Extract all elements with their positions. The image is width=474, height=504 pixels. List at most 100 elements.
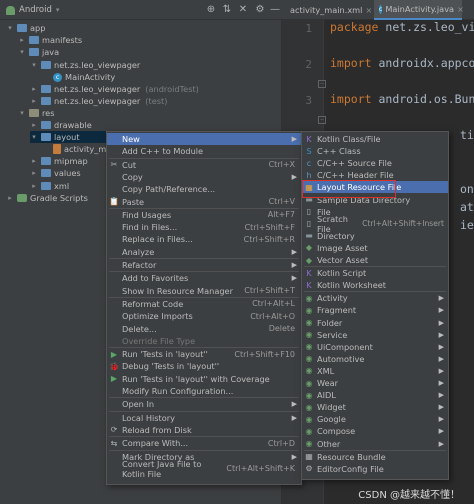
submenu-item[interactable]: ◉ Automotive ▶ [302, 353, 448, 365]
expand-arrow-icon[interactable]: ▸ [18, 36, 26, 44]
submenu-item[interactable]: c C/C++ Source File [302, 157, 448, 169]
menu-shortcut: Ctrl+Alt+L [252, 299, 295, 309]
submenu-item[interactable]: ◉ Compose ▶ [302, 425, 448, 437]
menu-item[interactable]: Analyze ▶ [107, 246, 301, 258]
expand-arrow-icon[interactable]: ▾ [18, 48, 26, 56]
menu-item-label: New [122, 134, 140, 144]
menu-item[interactable]: Local History ▶ [107, 412, 301, 424]
submenu-item[interactable]: ◉ AIDL ▶ [302, 389, 448, 401]
submenu-item[interactable]: K Kotlin Script [302, 267, 448, 279]
submenu-item[interactable]: ▯ Scratch File Ctrl+Alt+Shift+Insert [302, 214, 448, 234]
submenu-item[interactable]: ◉ Widget ▶ [302, 401, 448, 413]
submenu-item-label: Directory [317, 230, 355, 241]
menu-item[interactable]: Delete... Delete [107, 323, 301, 335]
menu-item[interactable]: New ▶ [107, 133, 301, 145]
code-text: tivi [460, 128, 474, 142]
project-view-selector[interactable]: Android ▾ [6, 4, 59, 16]
menu-item[interactable]: ⟳ Reload from Disk [107, 424, 301, 436]
menu-item[interactable]: ▶ Run 'Tests in 'layout'' Ctrl+Shift+F10 [107, 348, 301, 360]
submenu-item[interactable]: h C/C++ Header File [302, 169, 448, 181]
menu-item[interactable]: Find Usages Alt+F7 [107, 209, 301, 221]
expand-arrow-icon[interactable]: ▸ [30, 85, 38, 93]
collapse-icon[interactable]: ⇅ [220, 3, 234, 17]
expand-arrow-icon[interactable]: ▸ [30, 169, 38, 177]
submenu-item[interactable]: ◉ Google ▶ [302, 413, 448, 425]
submenu-item-label: UiComponent [317, 341, 373, 352]
tree-item[interactable]: ▸ xml [30, 180, 69, 192]
tree-item[interactable]: ▾ net.zs.leo_viewpager [30, 59, 140, 71]
tree-item[interactable]: c MainActivity [42, 71, 115, 83]
submenu-item[interactable]: ▬ Sample Data Directory [302, 194, 448, 206]
menu-item[interactable]: 📋 Paste Ctrl+V [107, 196, 301, 208]
expand-arrow-icon[interactable]: ▸ [30, 121, 38, 129]
submenu-item[interactable]: ◉ Wear ▶ [302, 377, 448, 389]
tree-item[interactable]: ▸ values [30, 167, 80, 179]
gear-icon[interactable]: ⚙ [253, 3, 267, 17]
menu-item[interactable]: Replace in Files... Ctrl+Shift+R [107, 233, 301, 245]
fold-icon[interactable]: − [318, 80, 326, 88]
submenu-item[interactable]: K Kotlin Worksheet [302, 279, 448, 291]
minimize-icon[interactable]: — [268, 3, 282, 17]
submenu-item[interactable]: ⚙ EditorConfig File [302, 463, 448, 475]
menu-item[interactable]: Reformat Code Ctrl+Alt+L [107, 298, 301, 310]
menu-item[interactable]: Copy ▶ [107, 171, 301, 183]
menu-item[interactable]: Copy Path/Reference... [107, 183, 301, 195]
submenu-item[interactable]: ▦ Resource Bundle [302, 451, 448, 463]
menu-item[interactable]: ⇆ Compare With... Ctrl+D [107, 437, 301, 449]
tree-item[interactable]: ▾ java [18, 46, 59, 58]
submenu-item[interactable]: ◉ Service ▶ [302, 329, 448, 341]
submenu-item[interactable]: ◉ XML ▶ [302, 365, 448, 377]
tree-item[interactable]: ▸ Gradle Scripts [6, 192, 88, 204]
expand-arrow-icon[interactable]: ▸ [6, 194, 14, 202]
menu-item-label: Open In [122, 399, 155, 410]
tree-item[interactable]: ▸ manifests [18, 34, 82, 46]
expand-arrow-icon[interactable]: ▾ [18, 109, 26, 117]
submenu-item[interactable]: ◉ Folder ▶ [302, 317, 448, 329]
tree-item[interactable]: ▾ app [6, 22, 45, 34]
menu-item[interactable]: Refactor ▶ [107, 259, 301, 271]
submenu-item-icon: K [306, 134, 312, 144]
expand-arrow-icon[interactable]: ▾ [6, 24, 14, 32]
menu-item-label: Find Usages [122, 209, 172, 220]
tree-item[interactable]: ▾ res [18, 107, 54, 119]
submenu-item[interactable]: ◆ Image Asset [302, 242, 448, 254]
menu-item[interactable]: Find in Files... Ctrl+Shift+F [107, 221, 301, 233]
tree-item[interactable]: ▸ drawable [30, 119, 92, 131]
submenu-item[interactable]: ◉ Other ▶ [302, 438, 448, 450]
menu-item[interactable]: Show In Resource Manager Ctrl+Shift+T [107, 285, 301, 297]
menu-item[interactable]: Optimize Imports Ctrl+Alt+O [107, 310, 301, 322]
fold-icon[interactable]: − [318, 116, 326, 124]
menu-item[interactable]: 🐞 Debug 'Tests in 'layout'' [107, 360, 301, 372]
submenu-item[interactable]: ▦ Layout Resource File [302, 181, 448, 194]
menu-item[interactable]: ✂ Cut Ctrl+X [107, 159, 301, 171]
expand-arrow-icon[interactable]: ▸ [30, 157, 38, 165]
tree-item[interactable]: ▸ mipmap [30, 155, 87, 167]
menu-item[interactable]: Convert Java File to Kotlin File Ctrl+Alt… [107, 459, 301, 479]
submenu-item[interactable]: ◉ Activity ▶ [302, 292, 448, 304]
tab-main-activity-java[interactable]: c MainActivity.java × [374, 0, 464, 20]
tree-item[interactable]: ▸ net.zs.leo_viewpager (androidTest) [30, 83, 199, 95]
menu-shortcut: Alt+F7 [267, 210, 295, 220]
submenu-item[interactable]: ▬ Directory [302, 230, 448, 242]
tab-activity-main-xml[interactable]: activity_main.xml × [282, 0, 374, 20]
menu-item[interactable]: Open In ▶ [107, 398, 301, 410]
close-icon[interactable]: × [365, 6, 372, 15]
submenu-item[interactable]: ◉ UiComponent ▶ [302, 341, 448, 353]
close-icon[interactable]: × [457, 5, 464, 14]
menu-item[interactable]: Add to Favorites ▶ [107, 272, 301, 284]
globe-icon[interactable]: ⊕ [204, 3, 218, 17]
submenu-item[interactable]: K Kotlin Class/File [302, 133, 448, 145]
submenu-item-label: Sample Data Directory [317, 194, 411, 205]
menu-item[interactable]: ▶ Run 'Tests in 'layout'' with Coverage [107, 373, 301, 385]
expand-arrow-icon[interactable]: ▾ [30, 61, 38, 69]
tree-item[interactable]: ▸ net.zs.leo_viewpager (test) [30, 95, 167, 107]
submenu-item[interactable]: ◉ Fragment ▶ [302, 304, 448, 316]
menu-item[interactable]: Add C++ to Module [107, 145, 301, 157]
submenu-item[interactable]: ◆ Vector Asset [302, 254, 448, 266]
expand-arrow-icon[interactable]: ▾ [30, 133, 38, 141]
collapse-all-icon[interactable]: ✕ [236, 3, 250, 17]
expand-arrow-icon[interactable]: ▸ [30, 97, 38, 105]
submenu-item[interactable]: S C++ Class [302, 145, 448, 157]
expand-arrow-icon[interactable]: ▸ [30, 182, 38, 190]
menu-item[interactable]: Modify Run Configuration... [107, 385, 301, 397]
